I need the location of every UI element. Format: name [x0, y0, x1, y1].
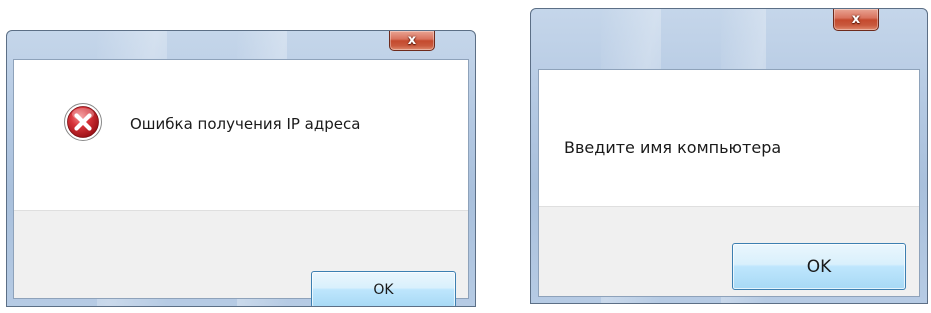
error-dialog: x Ошибка получения IP адреса OK — [6, 30, 476, 307]
screenshot-scene: x Ошибка получения IP адреса OK x Введит… — [0, 0, 931, 313]
message-area: Введите имя компьютера — [539, 70, 919, 206]
button-area: OK — [539, 206, 919, 296]
dialog-client-area: Ошибка получения IP адреса OK — [13, 59, 469, 306]
ok-button[interactable]: OK — [732, 243, 906, 290]
close-icon: x — [407, 33, 417, 48]
ok-button-label: OK — [806, 256, 832, 277]
ok-button-label: OK — [373, 281, 394, 298]
message-text: Введите имя компьютера — [564, 138, 782, 157]
error-icon — [64, 103, 102, 141]
dialog-client-area: Введите имя компьютера OK — [538, 69, 920, 297]
message-area: Ошибка получения IP адреса — [14, 60, 468, 210]
message-text: Ошибка получения IP адреса — [130, 115, 361, 133]
button-area: OK — [14, 210, 468, 306]
ok-button[interactable]: OK — [311, 271, 456, 306]
close-icon: x — [851, 12, 861, 27]
prompt-dialog: x Введите имя компьютера OK — [530, 8, 928, 304]
close-button[interactable]: x — [389, 31, 435, 51]
close-button[interactable]: x — [833, 9, 879, 31]
